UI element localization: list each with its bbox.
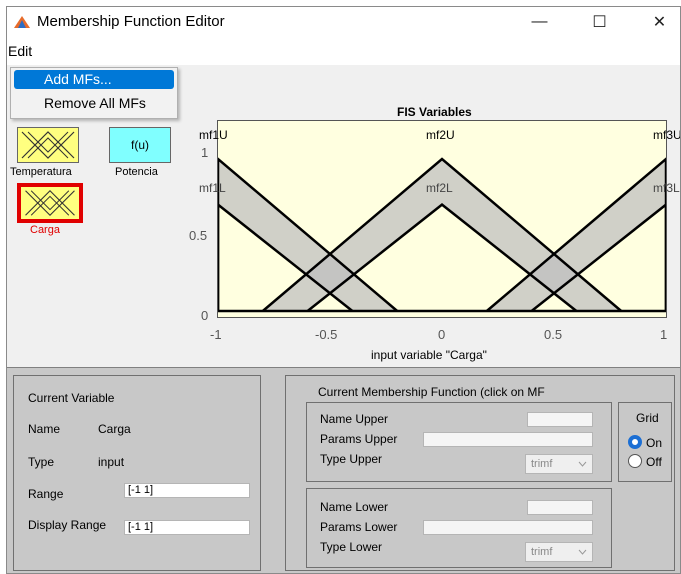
x-tick-label: 0.5 xyxy=(544,327,563,342)
mf-label-lower-3: mf3L xyxy=(653,181,680,195)
params-lower-field[interactable] xyxy=(423,520,593,535)
range-label: Range xyxy=(28,487,64,501)
type-upper-value: trimf xyxy=(531,458,553,470)
mf-triangles-icon xyxy=(25,189,75,217)
name-upper-field[interactable] xyxy=(527,412,593,427)
display-range-label: Display Range xyxy=(28,518,107,532)
current-variable-panel: Current Variable Name Carga Type input R… xyxy=(13,375,261,571)
range-field[interactable]: [-1 1] xyxy=(124,483,250,498)
input-variable-temperatura[interactable] xyxy=(17,127,79,163)
name-lower-field[interactable] xyxy=(527,500,593,515)
x-tick-label: 1 xyxy=(660,327,668,342)
grid-heading: Grid xyxy=(636,411,659,425)
grid-on-label: On xyxy=(646,436,663,450)
input-label-carga: Carga xyxy=(30,224,60,236)
name-lower-label: Name Lower xyxy=(320,500,389,514)
type-value: input xyxy=(98,455,125,469)
lower-mf-group: Name Lower Params Lower Type Lower trimf xyxy=(306,488,612,568)
chevron-down-icon xyxy=(578,549,587,555)
grid-off-radio[interactable] xyxy=(628,454,642,468)
x-tick-label: -0.5 xyxy=(315,327,338,342)
name-value: Carga xyxy=(98,422,131,436)
mf-label-upper-1: mf1U xyxy=(199,128,228,142)
menu-edit[interactable]: Edit xyxy=(8,43,32,59)
display-range-field[interactable]: [-1 1] xyxy=(124,520,250,535)
current-variable-heading: Current Variable xyxy=(28,391,115,405)
params-upper-label: Params Upper xyxy=(320,432,398,446)
matlab-icon xyxy=(14,16,30,28)
mf-triangles-icon xyxy=(21,131,75,159)
type-lower-value: trimf xyxy=(531,546,553,558)
mf-label-lower-2: mf2L xyxy=(426,181,453,195)
chevron-down-icon xyxy=(578,461,587,467)
menu-bar: Edit xyxy=(7,37,680,65)
menu-item-add-mfs[interactable]: Add MFs... xyxy=(14,70,174,89)
type-lower-select[interactable]: trimf xyxy=(525,542,593,562)
membership-plot[interactable] xyxy=(216,120,668,318)
menu-item-remove-all-mfs[interactable]: Remove All MFs xyxy=(14,94,174,113)
mf-label-upper-3: mf3U xyxy=(653,128,681,142)
x-tick-label: 0 xyxy=(438,327,446,342)
editor-content: Temperatura f(u) Potencia Carga FIS Vari… xyxy=(7,65,681,573)
input-variable-carga[interactable] xyxy=(17,183,83,223)
name-upper-label: Name Upper xyxy=(320,412,389,426)
type-lower-label: Type Lower xyxy=(320,540,383,554)
mf-label-upper-2: mf2U xyxy=(426,128,455,142)
x-axis-label: input variable "Carga" xyxy=(371,348,487,362)
y-tick-label: 0.5 xyxy=(189,228,208,243)
upper-mf-group: Name Upper Params Upper Type Upper trimf xyxy=(306,402,612,482)
name-label: Name xyxy=(28,422,61,436)
params-lower-label: Params Lower xyxy=(320,520,398,534)
membership-function-editor-window: Membership Function Editor — ☐ ✕ Edit Te… xyxy=(6,6,681,574)
lower-section: Current Variable Name Carga Type input R… xyxy=(7,367,680,573)
params-upper-field[interactable] xyxy=(423,432,593,447)
x-tick-label: -1 xyxy=(210,327,222,342)
input-label-temperatura: Temperatura xyxy=(10,166,72,178)
current-mf-heading: Current Membership Function (click on MF xyxy=(318,385,545,399)
type-label: Type xyxy=(28,455,55,469)
window-title: Membership Function Editor xyxy=(37,13,225,30)
output-variable-potencia[interactable]: f(u) xyxy=(109,127,171,163)
y-tick-label: 1 xyxy=(201,145,209,160)
title-bar: Membership Function Editor — ☐ ✕ xyxy=(7,7,680,37)
mf-label-lower-1: mf1L xyxy=(199,181,226,195)
type-upper-select[interactable]: trimf xyxy=(525,454,593,474)
maximize-button[interactable]: ☐ xyxy=(577,7,622,37)
edit-dropdown-menu: Add MFs... Remove All MFs xyxy=(10,67,178,119)
membership-plot-svg[interactable] xyxy=(216,121,668,317)
y-tick-label: 0 xyxy=(201,308,209,323)
type-upper-label: Type Upper xyxy=(320,452,383,466)
grid-group: Grid On Off xyxy=(618,402,672,482)
grid-off-label: Off xyxy=(646,455,662,469)
minimize-button[interactable]: — xyxy=(517,7,562,37)
grid-on-radio[interactable] xyxy=(628,435,642,449)
current-mf-panel: Current Membership Function (click on MF… xyxy=(285,375,675,571)
output-label-potencia: Potencia xyxy=(115,166,158,178)
close-button[interactable]: ✕ xyxy=(637,7,680,37)
plot-title: FIS Variables xyxy=(397,105,472,119)
